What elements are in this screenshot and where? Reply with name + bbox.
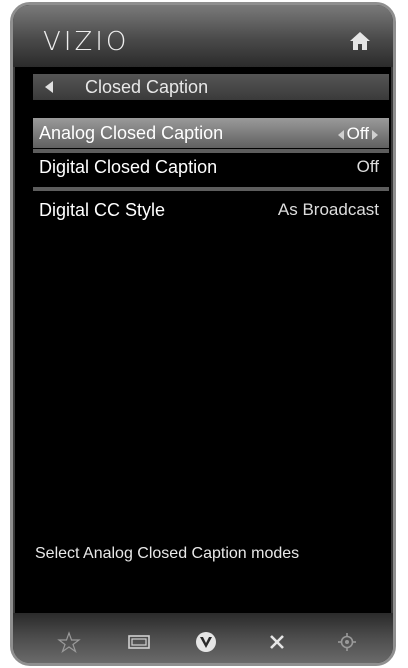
tv-menu-screen: VIZIO Closed Caption Analog Closed Capti… (10, 2, 396, 666)
menu-item-label: Digital Closed Caption (39, 157, 218, 177)
star-icon[interactable] (57, 631, 81, 653)
divider (33, 187, 389, 191)
help-text: Select Analog Closed Caption modes (35, 545, 300, 562)
arrow-right-icon[interactable] (372, 129, 378, 140)
menu-item-value: Off (356, 157, 379, 176)
menu-item-label: Digital CC Style (39, 200, 166, 220)
menu-item-value: Off (346, 124, 369, 143)
menu-item-analog-closed-caption[interactable]: Analog Closed Caption Off (33, 118, 389, 148)
menu-title-bar[interactable]: Closed Caption (33, 74, 389, 100)
wide-screen-icon[interactable] (127, 631, 151, 653)
close-icon[interactable] (265, 631, 289, 653)
menu-item-value: As Broadcast (277, 200, 379, 219)
menu-item-label: Analog Closed Caption (39, 123, 224, 143)
home-icon[interactable] (349, 31, 371, 51)
arrow-left-icon[interactable] (337, 129, 344, 140)
footer-bar (13, 613, 393, 663)
menu-item-digital-cc-style[interactable]: Digital CC Style As Broadcast (33, 195, 389, 225)
back-arrow-icon[interactable] (45, 81, 53, 93)
menu-item-value-selector[interactable]: Off (335, 124, 381, 144)
settings-icon[interactable] (335, 631, 359, 653)
menu-item-digital-closed-caption[interactable]: Digital Closed Caption Off (33, 152, 389, 182)
menu-title: Closed Caption (85, 77, 209, 97)
vizio-v-icon[interactable] (194, 631, 218, 653)
vizio-logo: VIZIO (43, 27, 130, 57)
header-bar: VIZIO (13, 5, 393, 67)
